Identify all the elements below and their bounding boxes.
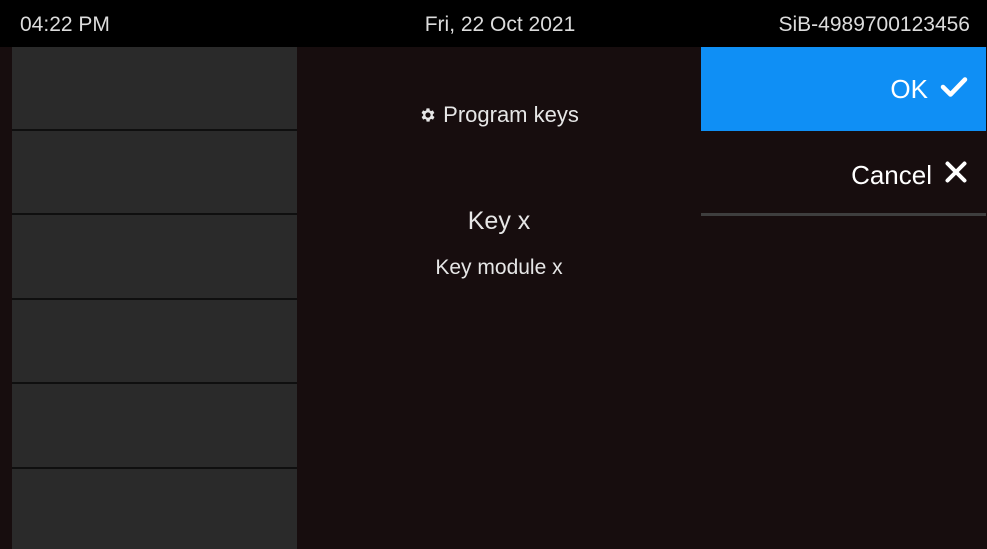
key-slot-3[interactable]	[12, 215, 297, 298]
key-slot-2[interactable]	[12, 131, 297, 214]
close-icon	[944, 160, 968, 191]
key-slot-5[interactable]	[12, 384, 297, 467]
key-list-panel	[12, 47, 297, 549]
page-title-text: Program keys	[443, 102, 579, 127]
key-slot-1[interactable]	[12, 47, 297, 130]
key-module-label: Key module x	[435, 256, 563, 279]
ok-button-label: OK	[890, 73, 928, 104]
key-name: Key x	[467, 207, 531, 235]
status-device-id: SiB-4989700123456	[778, 13, 970, 36]
status-bar: 04:22 PM Fri, 22 Oct 2021 SiB-4989700123…	[0, 0, 987, 47]
check-icon	[940, 74, 968, 105]
cancel-button-label: Cancel	[851, 159, 932, 190]
key-slot-6[interactable]	[12, 469, 297, 549]
cancel-button[interactable]: Cancel	[701, 133, 986, 217]
ok-button[interactable]: OK	[701, 47, 986, 131]
key-detail-panel: Program keys Key x Key module x	[297, 47, 701, 549]
action-separator	[701, 213, 986, 216]
page-title: Program keys	[297, 102, 701, 130]
key-slot-4[interactable]	[12, 300, 297, 383]
gear-icon	[419, 104, 437, 130]
